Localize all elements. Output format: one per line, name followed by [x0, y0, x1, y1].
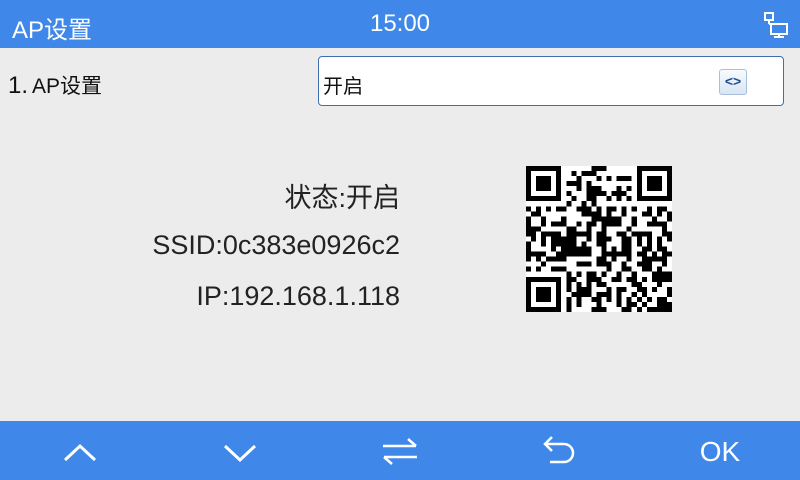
ap-setting-row: 1. AP设置 开启 <>	[0, 48, 800, 116]
switch-arrows-icon	[383, 438, 417, 465]
up-button[interactable]	[20, 421, 140, 480]
footer-bar: OK	[0, 421, 800, 480]
chevron-up-icon	[63, 443, 97, 462]
clock: 15:00	[369, 10, 431, 37]
setting-label: 1. AP设置	[8, 70, 102, 100]
ok-button[interactable]: OK	[660, 421, 780, 480]
ok-label: OK	[699, 436, 741, 467]
status-text: 状态:开启	[284, 183, 400, 213]
switch-button[interactable]	[340, 421, 460, 480]
back-button[interactable]	[500, 421, 620, 480]
down-button[interactable]	[180, 421, 300, 480]
ap-mode-value: 开启	[323, 76, 363, 98]
header-bar: AP设置 15:00	[0, 0, 800, 48]
ap-mode-select[interactable]: 开启 <>	[318, 56, 784, 106]
ip-text: IP:192.168.1.118	[196, 281, 400, 311]
qr-code-icon	[526, 166, 672, 312]
left-right-arrows-icon[interactable]: <>	[719, 69, 747, 95]
setting-text: AP设置	[32, 75, 103, 98]
setting-number: 1.	[8, 72, 29, 99]
network-icon	[764, 12, 788, 38]
ssid-text: SSID:0c383e0926c2	[152, 230, 400, 260]
chevron-down-icon	[223, 444, 257, 463]
back-arrow-icon	[543, 436, 575, 464]
